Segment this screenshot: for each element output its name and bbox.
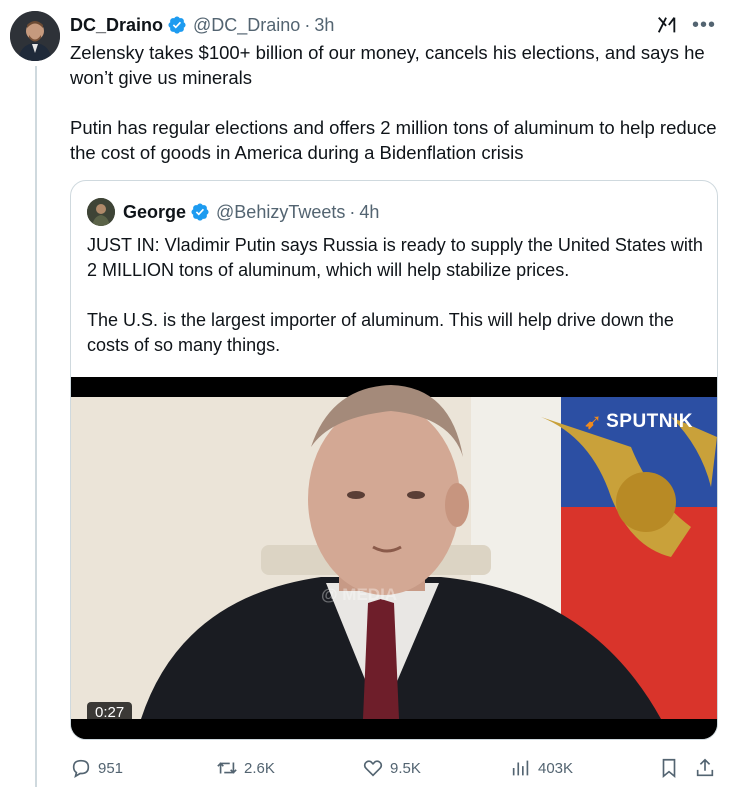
- more-dots-icon[interactable]: •••: [692, 15, 716, 35]
- video-duration: 0:27: [87, 702, 133, 723]
- sputnik-arrow-icon: ➹: [583, 409, 603, 434]
- sputnik-logo-text: SPUTNIK: [606, 411, 693, 432]
- author-handle[interactable]: @DC_Draino: [193, 15, 300, 36]
- quoted-tweet[interactable]: George @BehizyTweets · 4h JUST IN: Vladi…: [70, 180, 718, 740]
- tweet-paragraph: Zelensky takes $100+ billion of our mone…: [70, 42, 705, 88]
- bookmark-button[interactable]: [658, 756, 680, 780]
- separator-dot: ·: [304, 14, 311, 35]
- tweet-header: DC_Draino @DC_Draino · 3h •••: [70, 12, 716, 38]
- reply-icon: [72, 759, 90, 778]
- bookmark-icon: [662, 758, 676, 779]
- repost-icon: [217, 762, 237, 774]
- author-avatar[interactable]: [10, 11, 60, 61]
- separator-dot: ·: [349, 201, 356, 222]
- header-actions: •••: [656, 12, 716, 38]
- quote-paragraph: The U.S. is the largest importer of alum…: [87, 310, 674, 355]
- video-watermark: @ MEDIA: [321, 585, 398, 604]
- heart-icon: [363, 760, 383, 777]
- quote-text: JUST IN: Vladimir Putin says Russia is r…: [87, 233, 707, 358]
- repost-button[interactable]: 2.6K: [216, 756, 275, 780]
- reply-count: 951: [98, 759, 124, 777]
- quote-header: George @BehizyTweets · 4h: [87, 197, 379, 227]
- quote-time[interactable]: 4h: [359, 202, 379, 223]
- verified-badge-icon: [168, 16, 186, 34]
- thread-line: [35, 66, 37, 787]
- tweet-text: Zelensky takes $100+ billion of our mone…: [70, 40, 720, 165]
- quote-author-handle[interactable]: @BehizyTweets: [216, 202, 345, 223]
- share-icon: [696, 758, 714, 777]
- quote-author-name[interactable]: George: [123, 202, 186, 223]
- tweet-actions: 951 2.6K 9.5K 403K: [70, 756, 720, 780]
- views-chart-icon: [512, 760, 529, 776]
- verified-badge-icon: [191, 203, 209, 221]
- share-button[interactable]: [694, 756, 716, 780]
- views-button[interactable]: 403K: [510, 756, 573, 780]
- like-button[interactable]: 9.5K: [362, 756, 421, 780]
- grok-icon[interactable]: [656, 14, 678, 36]
- repost-count: 2.6K: [244, 759, 275, 777]
- video-player[interactable]: ➹ SPUTNIK @ MEDIA 0:27: [71, 377, 717, 739]
- reply-button[interactable]: 951: [70, 756, 123, 780]
- like-count: 9.5K: [390, 759, 421, 777]
- quote-avatar[interactable]: [87, 198, 115, 226]
- tweet-time[interactable]: 3h: [314, 15, 334, 36]
- tweet-paragraph: Putin has regular elections and offers 2…: [70, 117, 717, 163]
- sputnik-logo: ➹ SPUTNIK: [584, 409, 693, 435]
- quote-paragraph: JUST IN: Vladimir Putin says Russia is r…: [87, 235, 703, 280]
- author-name[interactable]: DC_Draino: [70, 15, 163, 36]
- views-count: 403K: [538, 759, 574, 777]
